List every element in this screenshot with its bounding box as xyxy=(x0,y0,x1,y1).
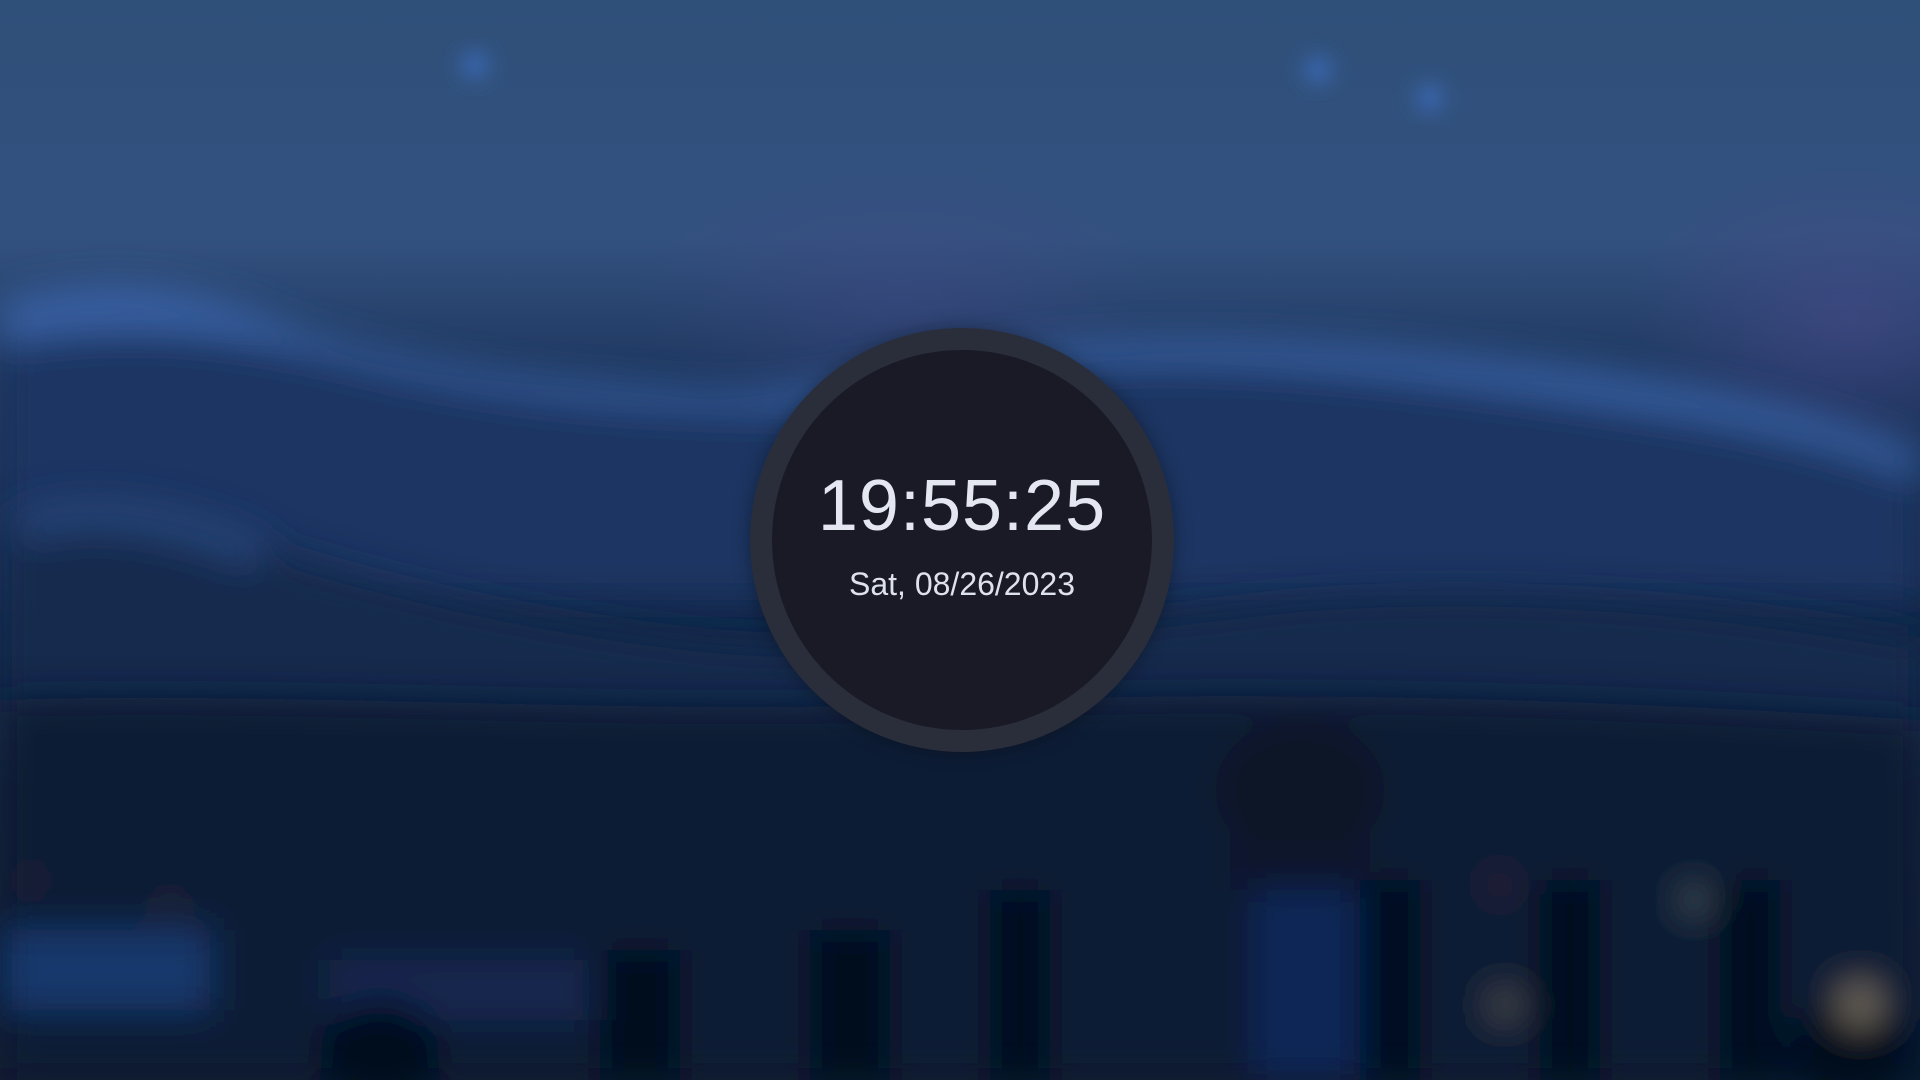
clock-time: 19:55:25 xyxy=(817,466,1107,546)
clock-date: Sat, 08/26/2023 xyxy=(849,566,1075,602)
clock-face: 19:55:25 Sat, 08/26/2023 xyxy=(772,350,1152,730)
clock-widget: 19:55:25 Sat, 08/26/2023 xyxy=(750,328,1174,752)
